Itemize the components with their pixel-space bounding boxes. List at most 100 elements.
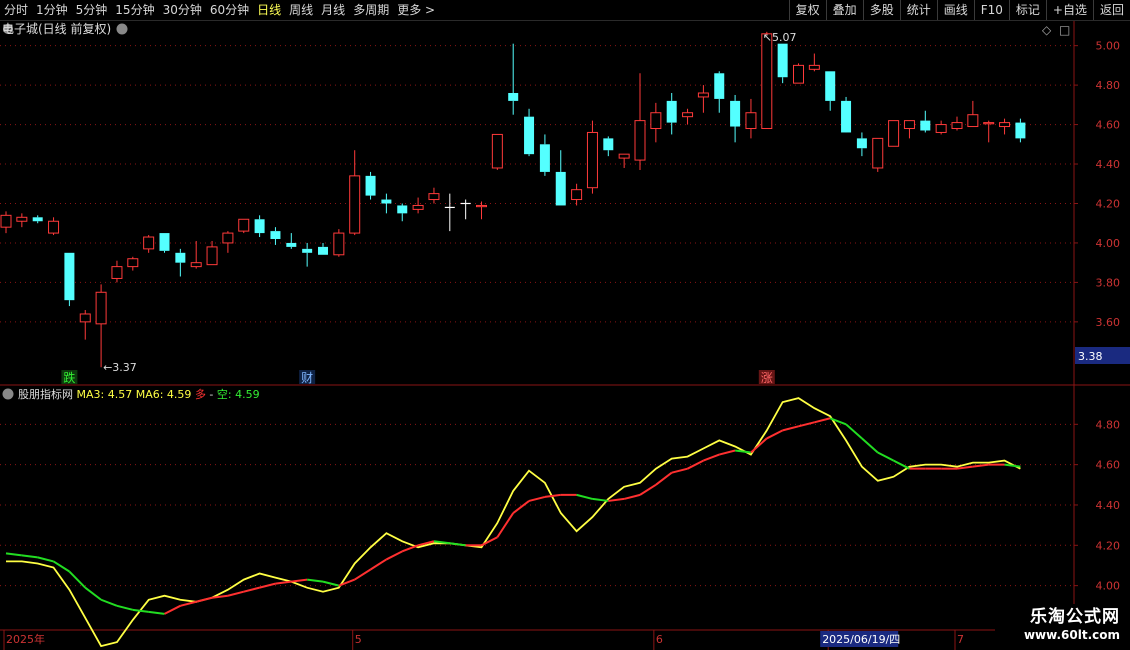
candle-body (967, 114, 979, 128)
ma6-segment (259, 582, 276, 589)
date-label: 5 (355, 633, 362, 646)
candle-body (825, 71, 836, 101)
main-title: 电子城(日线 前复权) (2, 21, 111, 36)
candle-body (761, 33, 773, 130)
sep-label: - (206, 388, 217, 401)
period-tab-0[interactable]: 分时 (0, 0, 32, 20)
candle-body (64, 252, 75, 301)
candle (476, 201, 487, 220)
candle-body (920, 120, 931, 131)
candle-body (888, 120, 900, 147)
candle-body (650, 112, 662, 130)
candle (48, 217, 60, 236)
candle-body (397, 205, 408, 214)
action-button-4[interactable]: 画线 (936, 0, 974, 20)
candle-body (524, 116, 535, 155)
candle-body (206, 246, 218, 266)
action-button-5[interactable]: F10 (973, 0, 1009, 20)
period-tab-6[interactable]: 日线 (253, 0, 285, 20)
action-button-7[interactable]: +自选 (1045, 0, 1093, 20)
action-button-1[interactable]: 叠加 (825, 0, 863, 20)
ma6-segment (544, 493, 561, 498)
candle-body (666, 100, 677, 123)
ma6-segment (449, 542, 466, 547)
ma6-segment (385, 550, 403, 561)
ma6-segment (845, 423, 863, 440)
candle (159, 233, 170, 253)
period-tab-5[interactable]: 60分钟 (206, 0, 253, 20)
candle-body (508, 93, 519, 101)
stock-chart[interactable]: 3.60 3.80 4.00 4.20 4.40 4.60 4.80 5.00 4.00 4.20… (0, 0, 1130, 650)
candle (777, 43, 788, 84)
candle (586, 120, 598, 194)
action-button-2[interactable]: 多股 (862, 0, 900, 20)
candle-body (491, 133, 503, 169)
action-button-8[interactable]: 返回 (1092, 0, 1130, 20)
candle-body (1015, 122, 1026, 139)
period-tab-4[interactable]: 30分钟 (159, 0, 206, 20)
candle-body (0, 214, 12, 228)
candle (888, 120, 900, 147)
ind-dropdown-icon (2, 388, 14, 400)
candle (903, 120, 915, 139)
candle-body (808, 64, 820, 70)
ma6-segment (180, 600, 197, 607)
candle (1015, 118, 1026, 143)
candle (111, 260, 123, 283)
ma6-label: MA6: 4.59 (136, 388, 195, 401)
ma6-segment (576, 493, 593, 500)
candle (0, 211, 12, 234)
ma6-segment (100, 598, 118, 607)
candle (967, 100, 979, 128)
candle-body (16, 216, 28, 222)
period-tab-1[interactable]: 1分钟 (32, 0, 72, 20)
candle (79, 310, 91, 340)
candle-body (841, 100, 852, 133)
ma6-segment (68, 570, 86, 589)
candle-body (127, 258, 139, 268)
candle-body (714, 73, 725, 99)
candle-body (999, 122, 1011, 128)
action-button-3[interactable]: 统计 (899, 0, 937, 20)
period-tab-3[interactable]: 15分钟 (111, 0, 158, 20)
candle (634, 73, 646, 170)
action-button-0[interactable]: 复权 (788, 0, 826, 20)
candle (808, 53, 820, 72)
ma6-segment (195, 596, 213, 603)
period-tabs: 分时 1分钟 5分钟 15分钟 30分钟 60分钟 日线 周线 月线 多周期 更多 > (0, 0, 439, 20)
ma6-segment (401, 544, 419, 553)
ma6-segment (21, 554, 38, 559)
action-button-6[interactable]: 标记 (1008, 0, 1046, 20)
candle-body (270, 231, 281, 239)
ma6-segment (655, 471, 673, 486)
ma6-segment (322, 580, 340, 587)
candle-body (793, 64, 804, 84)
ma6-segment (671, 467, 688, 474)
candle (365, 171, 376, 200)
candle-body (555, 171, 566, 206)
candle-body (682, 112, 694, 118)
main-dropdown-icon (116, 23, 128, 35)
candle-body (175, 252, 186, 263)
period-tab-9[interactable]: 多周期 (349, 0, 393, 20)
candle-body (745, 112, 757, 130)
period-tab-10[interactable]: 更多 > (393, 0, 439, 20)
candle (222, 231, 234, 253)
date-label: 2025年 (6, 632, 45, 646)
candle (302, 242, 313, 267)
candle (349, 150, 361, 236)
candle (444, 193, 455, 232)
period-tab-2[interactable]: 5分钟 (72, 0, 112, 20)
main-y-tick-label: 4.40 (1096, 158, 1121, 171)
candle (714, 71, 725, 113)
candle (460, 199, 471, 220)
candle (603, 136, 614, 157)
candle (318, 242, 328, 255)
period-tab-7[interactable]: 周线 (285, 0, 317, 20)
candle (524, 108, 535, 157)
candle-body (318, 246, 328, 255)
ind-y-tick-label: 4.00 (1096, 580, 1121, 593)
candle (16, 213, 28, 228)
period-tab-8[interactable]: 月线 (317, 0, 349, 20)
ma6-segment (766, 429, 784, 440)
